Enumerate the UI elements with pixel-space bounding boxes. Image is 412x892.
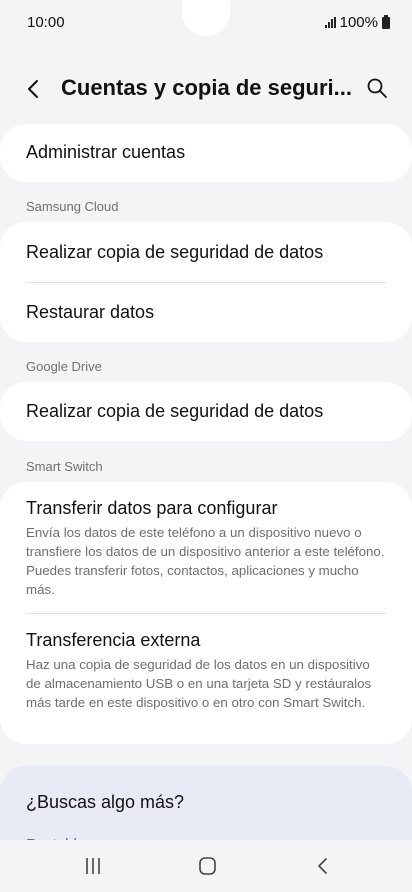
back-icon[interactable]: [308, 854, 338, 878]
accounts-card: Administrar cuentas: [0, 124, 412, 182]
search-icon[interactable]: [366, 77, 388, 99]
external-transfer-description: Haz una copia de seguridad de los datos …: [26, 657, 372, 710]
transfer-setup-description: Envía los datos de este teléfono a un di…: [26, 525, 385, 597]
status-bar: 10:00 100%: [0, 0, 412, 46]
screen: 10:00 100% Cuentas y copia de seguri... …: [0, 0, 412, 892]
battery-icon: [382, 14, 390, 29]
section-label-smart-switch: Smart Switch: [26, 459, 103, 474]
restore-data-label: Restaurar datos: [26, 302, 155, 322]
google-backup-item[interactable]: Realizar copia de seguridad de datos: [0, 382, 412, 422]
smart-switch-card: Transferir datos para configurar Envía l…: [0, 482, 412, 744]
transfer-setup-title: Transferir datos para configurar: [26, 498, 278, 518]
transfer-setup-item[interactable]: Transferir datos para configurar Envía l…: [0, 482, 412, 613]
chevron-left-icon[interactable]: [22, 76, 46, 102]
signal-icon: [324, 17, 336, 28]
google-backup-label: Realizar copia de seguridad de datos: [26, 401, 324, 421]
status-time: 10:00: [27, 14, 65, 31]
manage-accounts-label: Administrar cuentas: [26, 142, 186, 162]
status-indicators: 100%: [324, 14, 390, 31]
home-icon[interactable]: [192, 854, 222, 878]
suggestion-title: ¿Buscas algo más?: [26, 792, 185, 812]
section-label-google-drive: Google Drive: [26, 359, 102, 374]
samsung-backup-label: Realizar copia de seguridad de datos: [26, 242, 324, 262]
recents-icon[interactable]: [78, 854, 108, 878]
manage-accounts-item[interactable]: Administrar cuentas: [0, 124, 412, 163]
restore-data-item[interactable]: Restaurar datos: [0, 283, 412, 342]
external-transfer-title: Transferencia externa: [26, 630, 201, 650]
camera-notch: [182, 0, 230, 36]
samsung-backup-item[interactable]: Realizar copia de seguridad de datos: [0, 222, 412, 282]
samsung-cloud-card: Realizar copia de seguridad de datos Res…: [0, 222, 412, 342]
section-label-samsung-cloud: Samsung Cloud: [26, 199, 119, 214]
page-title: Cuentas y copia de seguri...: [61, 75, 351, 100]
external-transfer-item[interactable]: Transferencia externa Haz una copia de s…: [0, 614, 412, 744]
app-header: Cuentas y copia de seguri...: [0, 66, 412, 112]
navigation-bar: [0, 840, 412, 892]
battery-percent: 100%: [339, 14, 378, 31]
google-drive-card: Realizar copia de seguridad de datos: [0, 382, 412, 441]
